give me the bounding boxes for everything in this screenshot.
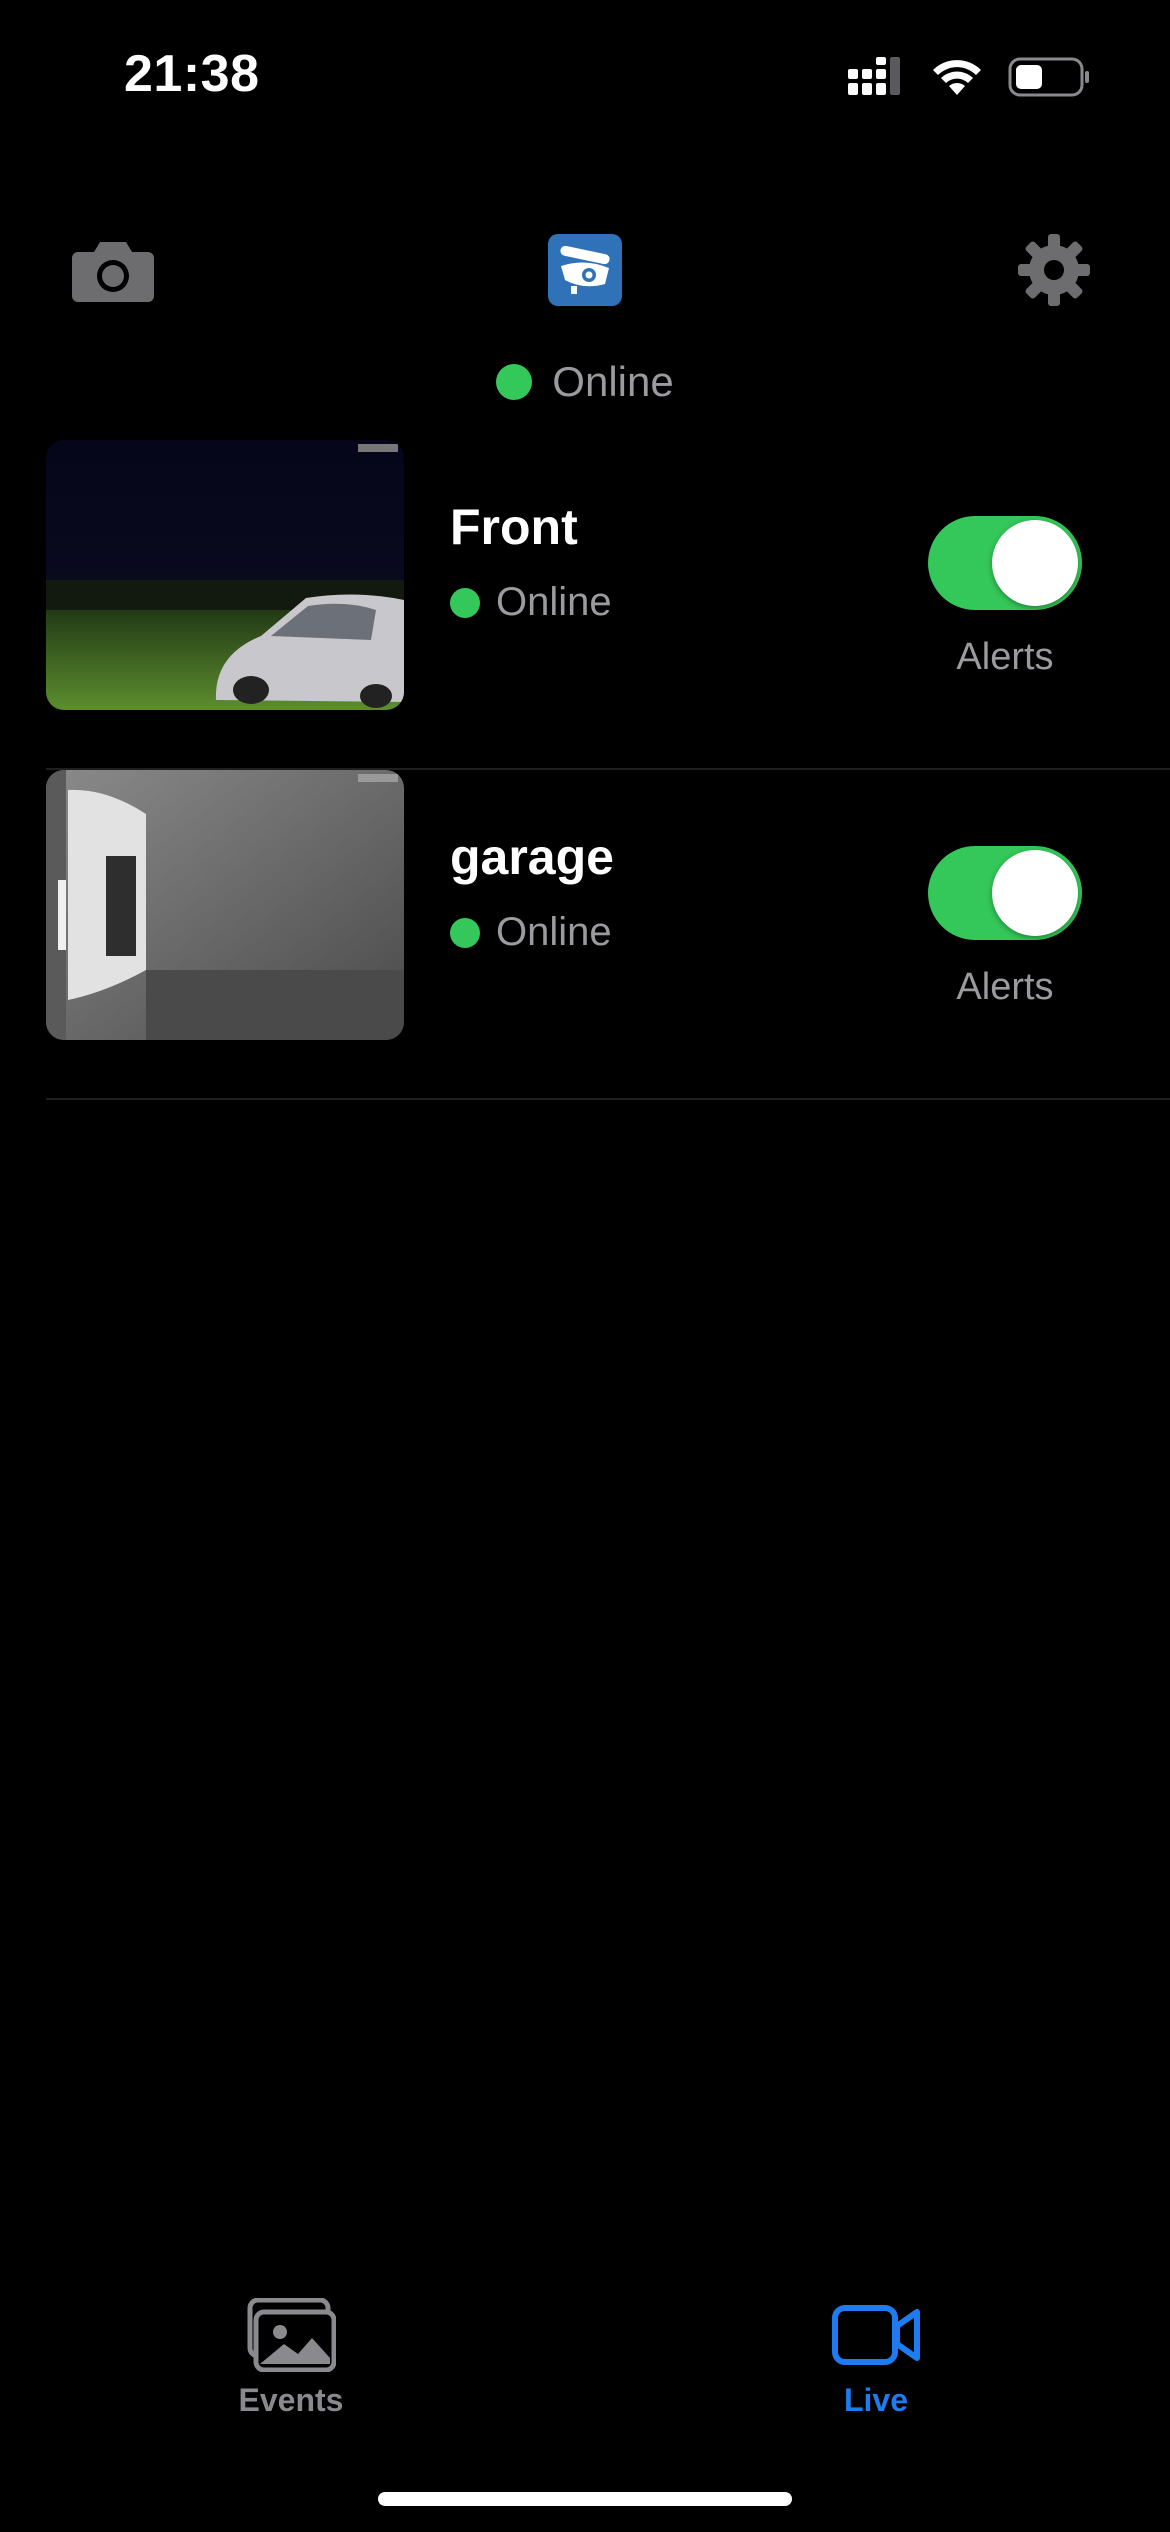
status-time: 21:38 bbox=[124, 45, 260, 103]
row-divider bbox=[46, 1098, 1170, 1100]
camera-button[interactable] bbox=[72, 240, 154, 306]
camera-thumbnail[interactable] bbox=[46, 770, 404, 1040]
alerts-toggle[interactable] bbox=[928, 516, 1082, 610]
gear-icon bbox=[1018, 234, 1090, 306]
hub-status: Online bbox=[0, 352, 1170, 412]
alerts-label: Alerts bbox=[956, 636, 1054, 678]
online-dot bbox=[450, 587, 480, 618]
tab-label: Events bbox=[238, 2382, 344, 2418]
status-icons bbox=[848, 52, 1090, 102]
alerts-toggle[interactable] bbox=[928, 846, 1082, 940]
cellular-signal-icon bbox=[848, 57, 900, 95]
hub-status-text: Online bbox=[552, 358, 674, 405]
camera-name: garage bbox=[450, 829, 614, 885]
camera-row-garage[interactable]: garage Online Alerts bbox=[0, 770, 1170, 1100]
camera-thumbnail[interactable] bbox=[46, 440, 404, 710]
battery-icon bbox=[1008, 57, 1089, 97]
alerts-label: Alerts bbox=[956, 966, 1054, 1008]
tab-live[interactable]: Live bbox=[756, 2298, 996, 2419]
camera-status: Online bbox=[450, 910, 612, 955]
settings-button[interactable] bbox=[1018, 234, 1090, 306]
photos-icon bbox=[247, 2298, 336, 2372]
online-dot bbox=[450, 917, 480, 948]
online-dot bbox=[496, 364, 533, 400]
camera-icon bbox=[72, 242, 154, 302]
video-camera-icon bbox=[832, 2305, 920, 2365]
security-camera-logo-icon[interactable] bbox=[548, 234, 622, 306]
home-indicator[interactable] bbox=[378, 2492, 792, 2506]
camera-row-front[interactable]: Front Online Alerts bbox=[0, 440, 1170, 770]
wifi-icon bbox=[933, 60, 981, 95]
camera-status-text: Online bbox=[496, 580, 612, 624]
tab-label: Live bbox=[843, 2382, 909, 2418]
camera-status: Online bbox=[450, 580, 612, 625]
camera-name: Front bbox=[450, 499, 578, 555]
tab-events[interactable]: Events bbox=[171, 2298, 411, 2419]
camera-status-text: Online bbox=[496, 910, 612, 954]
